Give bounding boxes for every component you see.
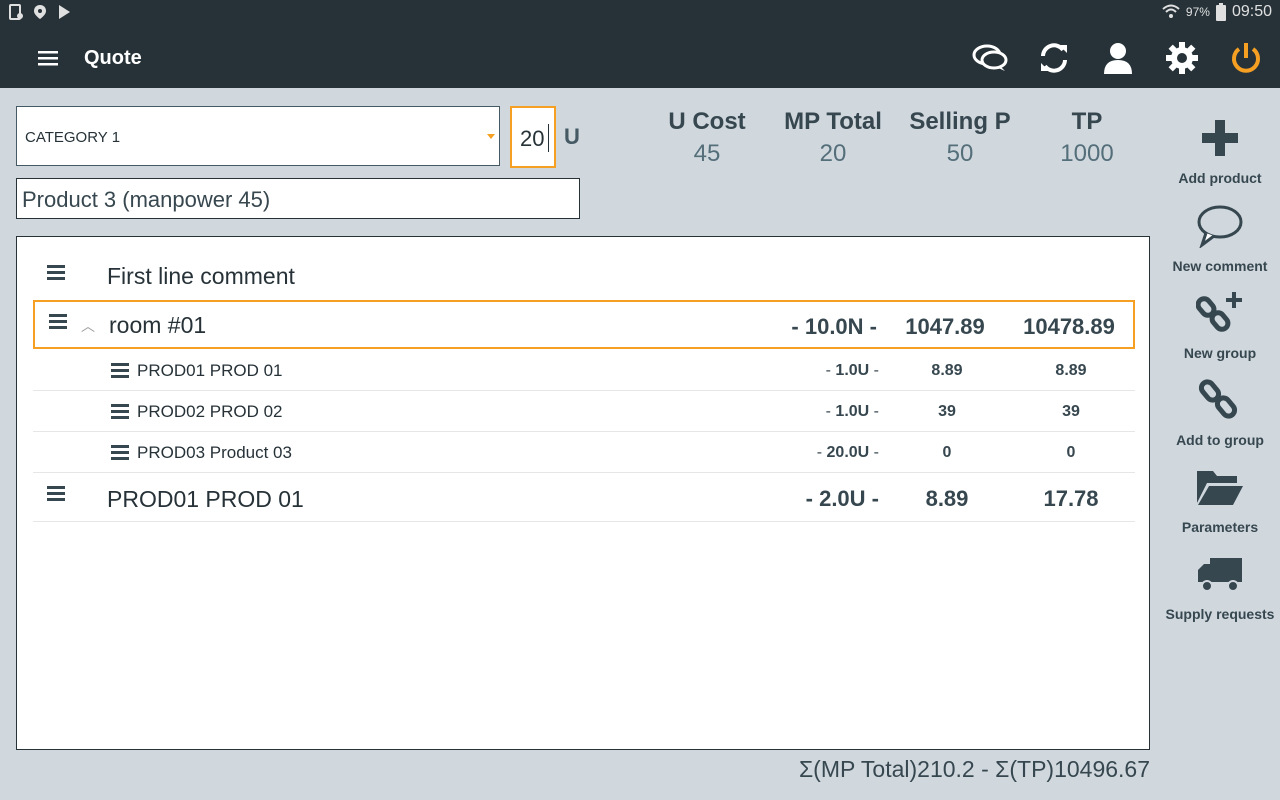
drag-handle-icon[interactable] — [111, 404, 129, 419]
menu-icon[interactable] — [36, 46, 60, 70]
product-value: Product 3 (manpower 45) — [22, 187, 271, 212]
add-to-group-button[interactable]: Add to group — [1160, 374, 1280, 448]
account-button[interactable] — [1098, 38, 1138, 78]
child-tp: 39 — [1062, 403, 1080, 420]
drag-handle-icon[interactable] — [47, 265, 65, 280]
quantity-input[interactable]: 20 — [510, 106, 556, 168]
comment-icon — [1197, 205, 1243, 248]
stat-label: TP — [1071, 108, 1103, 135]
child-label: PROD03 Product 03 — [137, 443, 292, 462]
group-label: room #01 — [109, 312, 207, 338]
side-label: Add product — [1178, 170, 1262, 186]
child-qty: - 1.0U - — [825, 362, 879, 379]
chat-button[interactable] — [970, 38, 1010, 78]
status-bar: 97% 09:50 — [0, 0, 1280, 28]
power-button[interactable] — [1226, 38, 1266, 78]
clock: 09:50 — [1231, 3, 1272, 20]
category-value: CATEGORY 1 — [25, 129, 121, 146]
product-tp: 17.78 — [1043, 486, 1099, 511]
child-tp: 0 — [1066, 444, 1076, 461]
account-icon — [1104, 43, 1132, 74]
child-label: PROD01 PROD 01 — [137, 361, 283, 380]
stat-mp-total: MP Total 20 — [763, 108, 903, 168]
wifi-icon — [1162, 4, 1180, 18]
child-qty: - 20.0U - — [816, 444, 879, 461]
stat-label: U Cost — [668, 108, 746, 135]
power-icon — [1232, 43, 1260, 73]
drag-handle-icon[interactable] — [111, 445, 129, 460]
group-qty: - 10.0N - — [791, 314, 877, 339]
comment-row[interactable]: First line comment — [33, 253, 1135, 299]
quantity-unit: U — [564, 124, 580, 149]
child-label: PROD02 PROD 02 — [137, 402, 283, 421]
stat-value: 1000 — [1060, 140, 1114, 167]
link-plus-icon — [1196, 292, 1242, 332]
group-child-row[interactable]: PROD02 PROD 02 - 1.0U - 39 39 — [33, 391, 1135, 432]
truck-icon — [1198, 558, 1242, 592]
sync-button[interactable] — [1034, 38, 1074, 78]
product-mp: 8.89 — [925, 486, 969, 511]
stat-tp: TP 1000 — [1017, 108, 1157, 168]
product-qty: - 2.0U - — [805, 486, 879, 511]
group-child-row[interactable]: PROD03 Product 03 - 20.0U - 0 0 — [33, 432, 1135, 473]
battery-percent: 97% — [1185, 5, 1210, 19]
battery-icon — [1215, 3, 1226, 21]
chat-icon — [972, 44, 1008, 71]
child-mp: 0 — [942, 444, 952, 461]
settings-icon — [1166, 42, 1198, 74]
category-select[interactable]: CATEGORY 1 — [16, 106, 500, 166]
supply-requests-button[interactable]: Supply requests — [1160, 548, 1280, 622]
drag-handle-icon[interactable] — [49, 314, 67, 329]
totals-summary: Σ(MP Total)210.2 - Σ(TP)10496.67 — [798, 756, 1150, 782]
link-icon — [1198, 379, 1238, 419]
side-label: New group — [1183, 345, 1257, 361]
group-mp: 1047.89 — [905, 314, 985, 339]
drag-handle-icon[interactable] — [111, 363, 129, 378]
child-qty: - 1.0U - — [825, 403, 879, 420]
folder-open-icon — [1197, 471, 1243, 505]
sync-icon — [1041, 43, 1067, 73]
quote-lines-panel: First line comment ︿ room #01 - 10.0N - … — [16, 236, 1150, 750]
play-store-notification-icon — [59, 5, 70, 19]
plus-icon — [1202, 120, 1238, 156]
new-comment-button[interactable]: New comment — [1160, 200, 1280, 274]
add-product-button[interactable]: Add product — [1160, 112, 1280, 186]
text-cursor — [548, 124, 549, 152]
group-tp: 10478.89 — [1023, 314, 1115, 339]
stat-value: 50 — [946, 140, 974, 167]
stat-value: 45 — [693, 140, 721, 167]
side-label: Add to group — [1176, 432, 1264, 448]
stat-value: 20 — [819, 140, 847, 167]
dropdown-caret-icon — [487, 134, 495, 139]
group-child-row[interactable]: PROD01 PROD 01 - 1.0U - 8.89 8.89 — [33, 350, 1135, 391]
side-label: Supply requests — [1165, 606, 1275, 622]
product-row[interactable]: PROD01 PROD 01 - 2.0U - 8.89 17.78 — [33, 474, 1135, 522]
drag-handle-icon[interactable] — [47, 486, 65, 501]
product-field[interactable]: Product 3 (manpower 45) — [16, 178, 580, 219]
app-bar: Quote — [0, 28, 1280, 88]
location-notification-icon — [34, 5, 46, 19]
settings-button[interactable] — [1162, 38, 1202, 78]
child-mp: 8.89 — [931, 362, 963, 379]
collapse-chevron-icon[interactable]: ︿ — [81, 316, 95, 336]
tablet-notification-icon — [9, 4, 23, 20]
stat-label: MP Total — [784, 108, 882, 135]
side-label: New comment — [1172, 258, 1268, 274]
side-label: Parameters — [1181, 519, 1259, 535]
child-mp: 39 — [938, 403, 956, 420]
page-title: Quote — [84, 47, 142, 69]
child-tp: 8.89 — [1055, 362, 1087, 379]
stat-selling-price: Selling P 50 — [890, 108, 1030, 168]
stat-unit-cost: U Cost 45 — [637, 108, 777, 168]
new-group-button[interactable]: New group — [1160, 287, 1280, 361]
group-row[interactable]: ︿ room #01 - 10.0N - 1047.89 10478.89 — [33, 300, 1135, 349]
parameters-button[interactable]: Parameters — [1160, 461, 1280, 535]
stat-label: Selling P — [909, 108, 1011, 135]
comment-label: First line comment — [107, 263, 295, 289]
product-label: PROD01 PROD 01 — [107, 486, 304, 512]
quantity-value: 20 — [520, 126, 545, 151]
